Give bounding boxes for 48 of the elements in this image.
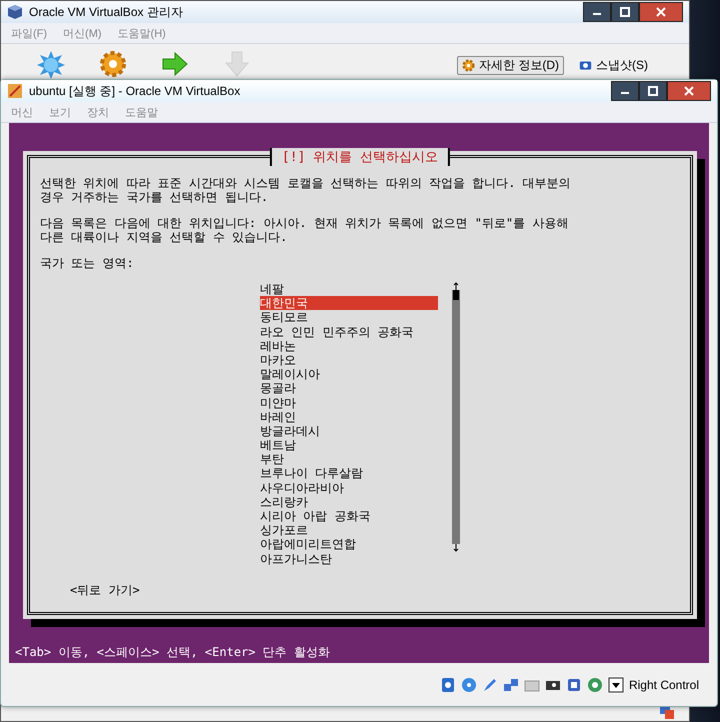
starburst-icon[interactable]	[37, 50, 65, 80]
country-item[interactable]: 마카오	[260, 352, 438, 368]
country-item[interactable]: 미얀마	[260, 396, 438, 410]
gear-icon[interactable]	[99, 50, 127, 80]
cd-icon	[460, 676, 477, 692]
network-icon	[502, 676, 519, 692]
country-item[interactable]: 대한민국	[260, 296, 438, 310]
country-item[interactable]: 아프가니스탄	[260, 552, 438, 566]
gear-icon	[462, 59, 475, 72]
maximize-icon	[648, 86, 658, 96]
scroll-down-icon	[453, 544, 459, 552]
country-item[interactable]: 브루나이 다루살람	[260, 466, 438, 481]
window-title: ubuntu [실행 중] - Oracle VM VirtualBox	[29, 82, 240, 100]
country-item[interactable]: 사우디아라비아	[260, 480, 438, 495]
country-item[interactable]: 네팔	[260, 282, 438, 296]
cube-icon	[7, 4, 23, 20]
country-item[interactable]: 싱가포르	[260, 523, 438, 538]
country-item[interactable]: 레바논	[260, 338, 438, 353]
pen-icon	[482, 676, 498, 692]
country-item[interactable]: 라오 인민 민주주의 공화국	[260, 324, 438, 339]
paragraph: 선택한 위치에 따라 표준 시간대와 시스템 로캘을 선택하는 따위의 작업을 합니다. 대부분의 경우 거주하는 국가를 선택하면 됩니다.	[40, 176, 572, 204]
scroll-up-icon	[453, 282, 459, 290]
back-button[interactable]: <뒤로 가기>	[70, 582, 678, 599]
country-item[interactable]: 부탄	[260, 452, 438, 466]
country-item[interactable]: 동티모르	[260, 310, 438, 325]
maximize-icon	[620, 7, 630, 17]
dialog-title: [!] 위치를 선택하십시오	[270, 148, 450, 166]
country-item[interactable]: 바레인	[260, 410, 438, 424]
country-item[interactable]: 스리랑카	[260, 494, 438, 509]
country-item[interactable]: 몽골라	[260, 381, 438, 396]
country-item[interactable]: 베트남	[260, 438, 438, 452]
scrollbar[interactable]	[452, 290, 460, 544]
country-item[interactable]: 아랍에미리트연합	[260, 537, 438, 552]
vm-window-icon	[7, 83, 23, 99]
details-button[interactable]: 자세한 정보(D)	[457, 56, 564, 75]
close-icon	[684, 86, 694, 96]
arrow-down-icon	[608, 676, 624, 692]
snapshots-button[interactable]: 스냅샷(S)	[574, 56, 653, 75]
paragraph: 다음 목록은 다음에 대한 위치입니다: 아시아. 현재 위치가 목록에 없으면 "뒤로"를 사용해 다른 대륙이나 지역을 선택할 수 있습니다.	[40, 216, 570, 244]
close-icon	[656, 7, 666, 17]
country-item[interactable]: 시리아 아랍 공화국	[260, 509, 438, 524]
help-line: <Tab> 이동, <스페이스> 선택, <Enter> 단추 활성화	[14, 644, 331, 661]
country-item[interactable]: 방글라데시	[260, 424, 438, 438]
host-key-label: Right Control	[628, 678, 699, 692]
window-title: Oracle VM VirtualBox 관리자	[29, 4, 183, 20]
country-item[interactable]: 말레이시아	[260, 367, 438, 382]
prompt-label: 국가 또는 영역:	[40, 256, 135, 270]
camera-icon	[579, 59, 592, 72]
